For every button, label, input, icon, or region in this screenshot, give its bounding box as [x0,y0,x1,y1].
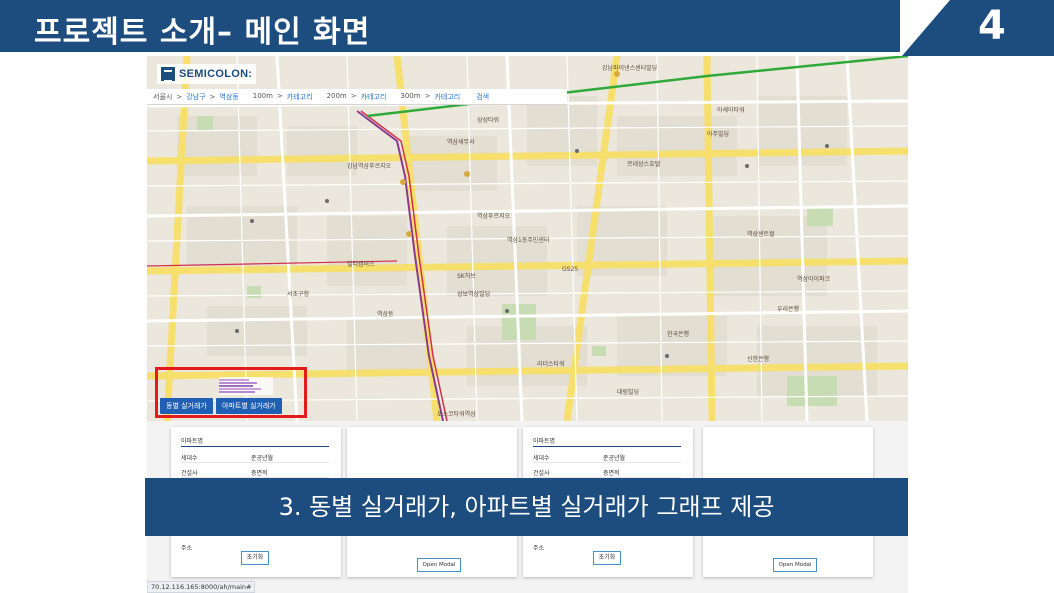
slide-number: 4 [978,3,1006,49]
logo-icon [161,67,175,82]
header-bar: 프로젝트 소개– 메인 화면 4 [0,0,1054,56]
breadcrumb-sep: > [176,92,183,101]
map-place-label: 아세아타워 [717,106,745,114]
radius-label: 200m [326,91,347,100]
breadcrumb-sep: > [209,92,216,101]
slide-title: 프로젝트 소개– 메인 화면 [34,15,371,50]
card-row: 건설사 층면적 [181,464,329,478]
row-key: 건설사 [533,470,550,477]
row-value: 준공년월 [251,455,274,462]
status-bar-url: 70.12.116.165:8000/ah/main# [147,581,256,593]
radius-label: 100m [252,91,273,100]
address-label: 주소 [533,545,545,552]
map-place-label: 역삼1동주민센터 [507,236,549,244]
address-label: 주소 [181,545,193,552]
map-place-label: 삼성타워 [477,116,499,124]
map-place-label: 신한은행 [747,355,769,363]
row-key: 세대수 [181,455,198,462]
radius-sep: > [350,91,357,100]
map-place-label: 아주빌딩 [707,130,729,138]
map-place-label: 한국은행 [667,330,689,338]
map-place-label: 대림빌딩 [617,388,639,396]
map-place-label: 성보역삼빌딩 [457,290,490,298]
map-place-label: 역삼센트럴 [747,230,775,238]
radius-sep: > [424,91,431,100]
breadcrumb-dong[interactable]: 역삼동 [219,92,238,102]
map-place-label: 강남파이낸스센터빌딩 [602,64,657,72]
search-button[interactable]: 검색 [476,92,489,102]
map-place-label: 르네상스호텔 [627,160,661,168]
map-place-label: 역삼아이파크 [797,275,831,283]
semicolon-logo[interactable]: SEMICOLON: [157,64,257,84]
radius-filter-100[interactable]: 100m > 카테고리 [253,92,313,102]
map-place-label: 서초구청 [287,290,309,298]
reset-button[interactable]: 초기화 [593,551,621,565]
radius-category[interactable]: 카테고리 [287,92,313,102]
row-value: 준공년월 [603,455,626,462]
radius-category[interactable]: 카테고리 [361,92,387,102]
map-place-label: SK허브 [457,272,476,280]
map-place-label: 멀티캠퍼스 [347,260,375,268]
highlight-box [155,367,307,418]
row-value: 층면적 [603,470,620,477]
open-modal-button[interactable]: Open Modal [417,558,461,572]
map-place-label: 역삼동 [377,310,394,318]
map-place-label: 포스코타워역삼 [437,410,476,418]
radius-category[interactable]: 카테고리 [434,92,460,102]
map-place-label: 강남역삼푸르지오 [347,162,392,170]
breadcrumb-gu[interactable]: 강남구 [186,92,205,102]
slide: 프로젝트 소개– 메인 화면 4 강남파이낸스센터빌딩 역삼세무서 아주빌딩 G… [0,0,1054,593]
map-place-label: GS25 [562,266,578,273]
map-place-label: 역삼푸르지오 [477,212,511,220]
filter-bar: 서울시 > 강남구 > 역삼동 100m > 카테고리 200m > 카테고리 [147,89,567,105]
radius-label: 300m [400,91,421,100]
radius-filter-300[interactable]: 300m > 카테고리 [400,92,460,102]
map-place-label: 우리은행 [777,305,799,313]
open-modal-button[interactable]: Open Modal [773,558,817,572]
card-title: 아파트명 [181,438,204,445]
row-value: 층면적 [251,470,268,477]
map-view[interactable]: 강남파이낸스센터빌딩역삼세무서 아주빌딩 GS25 강남역삼푸르지오역삼1동주민센터한… [147,56,908,421]
card-title: 아파트명 [533,438,556,445]
location-breadcrumb: 서울시 > 강남구 > 역삼동 [147,92,239,102]
card-row: 세대수 준공년월 [533,449,681,463]
row-key: 건설사 [181,470,198,477]
radius-filter-200[interactable]: 200m > 카테고리 [327,92,387,102]
card-row: 세대수 준공년월 [181,449,329,463]
logo-text: SEMICOLON: [179,68,253,80]
caption-banner: 3. 동별 실거래가, 아파트별 실거래가 그래프 제공 [145,478,908,536]
radius-sep: > [276,91,283,100]
card-row: 건설사 층면적 [533,464,681,478]
breadcrumb-city[interactable]: 서울시 [153,92,172,102]
map-place-label: 역삼세무서 [447,138,475,146]
row-key: 세대수 [533,455,550,462]
map-place-label: 리더스타워 [537,360,565,368]
reset-button[interactable]: 초기화 [241,551,269,565]
